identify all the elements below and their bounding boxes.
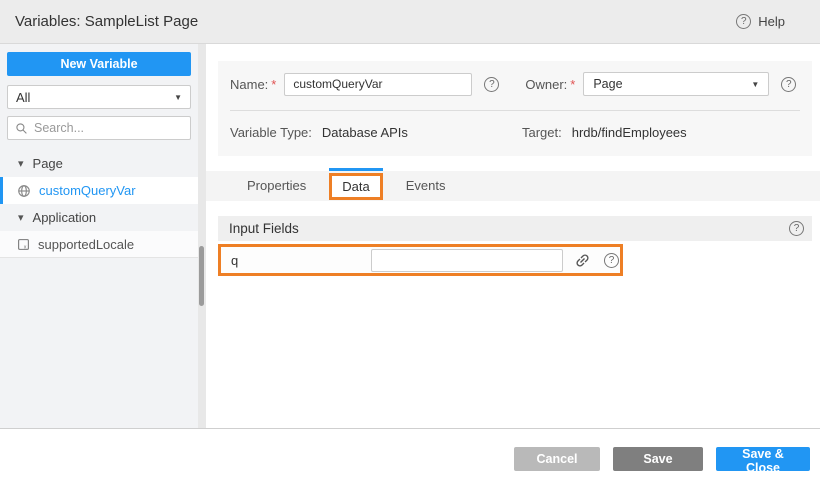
tree-item-supportedlocale[interactable]: x supportedLocale	[0, 231, 198, 258]
active-tab-indicator	[329, 168, 382, 171]
required-marker: *	[570, 77, 575, 92]
chevron-down-icon: ▼	[174, 93, 182, 102]
variable-detail-pane: Name: * ? Owner: * Page ▼ ? Variable Typ…	[206, 44, 820, 428]
tab-events[interactable]: Events	[392, 171, 460, 201]
variable-type-label: Variable Type:	[230, 125, 312, 140]
sidebar-scrollbar-track[interactable]	[198, 44, 206, 428]
input-field-row-q: q ?	[218, 244, 623, 276]
link-icon	[574, 252, 591, 269]
tab-properties[interactable]: Properties	[233, 171, 320, 201]
target-label: Target:	[522, 125, 562, 140]
tree-group-page[interactable]: ▾ Page	[0, 150, 198, 177]
save-button[interactable]: Save	[613, 447, 703, 471]
owner-help-icon[interactable]: ?	[781, 77, 796, 92]
owner-value: Page	[593, 77, 622, 91]
locale-variable-icon: x	[17, 238, 30, 251]
variable-search	[7, 116, 191, 140]
sidebar-scrollbar-thumb[interactable]	[199, 246, 204, 306]
variables-sidebar: New Variable All ▼ ▾ Page	[0, 44, 198, 428]
required-marker: *	[271, 77, 276, 92]
input-fields-title: Input Fields	[229, 221, 299, 236]
tab-data[interactable]: Data	[329, 173, 382, 200]
owner-label: Owner:	[525, 77, 567, 92]
help-label: Help	[758, 14, 785, 29]
chevron-down-icon: ▼	[751, 80, 759, 89]
tree-group-application[interactable]: ▾ Application	[0, 204, 198, 231]
new-variable-button[interactable]: New Variable	[7, 52, 191, 76]
search-input[interactable]	[34, 121, 183, 135]
field-label-q: q	[231, 253, 371, 268]
variable-filter-select[interactable]: All ▼	[7, 85, 191, 109]
variable-filter-value: All	[16, 90, 30, 105]
variables-tree: ▾ Page customQueryVar ▾ Application	[0, 150, 198, 258]
name-label: Name:	[230, 77, 268, 92]
help-button[interactable]: ? Help	[736, 14, 785, 29]
name-help-icon[interactable]: ?	[484, 77, 499, 92]
save-and-close-button[interactable]: Save & Close	[716, 447, 810, 471]
variable-summary-panel: Name: * ? Owner: * Page ▼ ? Variable Typ…	[218, 61, 812, 156]
service-variable-icon	[17, 184, 31, 198]
svg-text:x: x	[24, 244, 27, 250]
input-fields-help-icon[interactable]: ?	[789, 221, 804, 236]
field-input-q[interactable]	[371, 249, 563, 272]
caret-down-icon: ▾	[18, 211, 24, 224]
detail-tabbar: Properties Data Events	[206, 171, 820, 201]
cancel-button[interactable]: Cancel	[514, 447, 600, 471]
bind-field-button[interactable]	[574, 252, 591, 269]
help-icon: ?	[736, 14, 751, 29]
dialog-footer: Cancel Save Save & Close	[0, 429, 820, 489]
variable-type-value: Database APIs	[322, 125, 408, 140]
search-icon	[15, 122, 28, 135]
input-fields-header: Input Fields ?	[218, 216, 812, 241]
caret-down-icon: ▾	[18, 157, 24, 170]
target-value: hrdb/findEmployees	[572, 125, 687, 140]
name-field[interactable]	[284, 73, 472, 96]
variables-dialog: Variables: SampleList Page ? Help New Va…	[0, 0, 820, 489]
owner-select[interactable]: Page ▼	[583, 72, 769, 96]
tree-item-customqueryvar[interactable]: customQueryVar	[0, 177, 198, 204]
dialog-header: Variables: SampleList Page ? Help	[0, 0, 820, 44]
page-title: Variables: SampleList Page	[15, 13, 198, 30]
input-fields-list: q ?	[218, 244, 812, 276]
panel-divider	[230, 110, 800, 111]
field-help-icon[interactable]: ?	[604, 253, 619, 268]
